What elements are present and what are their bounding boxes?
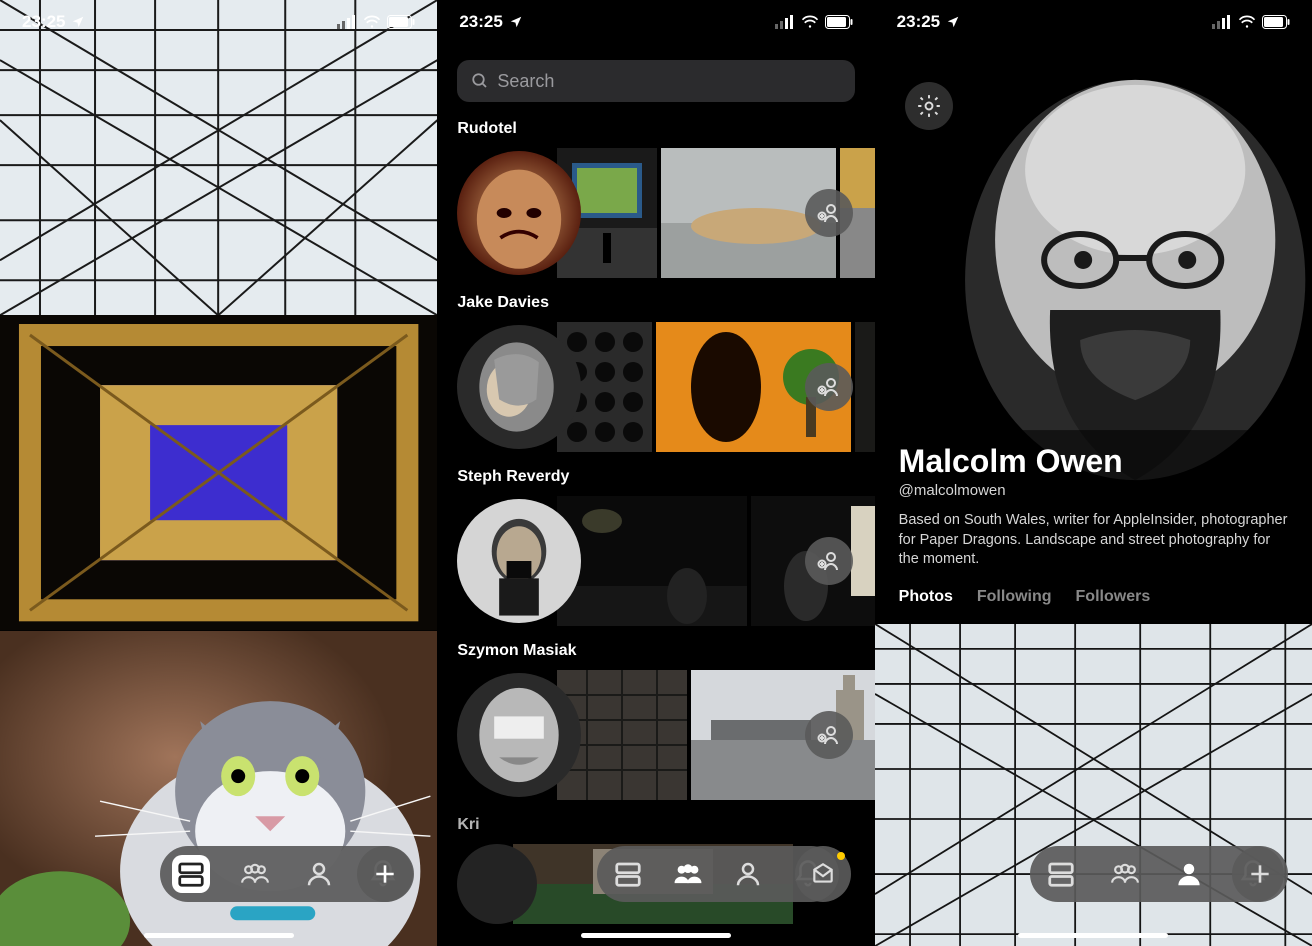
wifi-icon xyxy=(801,15,819,29)
add-friend-button[interactable] xyxy=(805,189,853,237)
profile-tab-photos[interactable]: Photos xyxy=(899,588,953,606)
location-arrow-icon xyxy=(509,15,523,29)
screen-feed: 23:25 xyxy=(0,0,437,946)
user-name: Szymon Masiak xyxy=(457,642,874,660)
add-friend-button[interactable] xyxy=(805,537,853,585)
profile-view[interactable]: Malcolm Owen @malcolmowen Based on South… xyxy=(875,0,1312,946)
tab-profile[interactable] xyxy=(300,855,338,893)
gear-icon xyxy=(916,93,942,119)
user-avatar[interactable] xyxy=(457,151,581,275)
location-arrow-icon xyxy=(946,15,960,29)
profile-name: Malcolm Owen xyxy=(899,443,1288,480)
tab-discover[interactable] xyxy=(669,855,707,893)
profile-tabs: Photos Following Followers xyxy=(899,588,1288,606)
home-indicator[interactable] xyxy=(1018,933,1168,938)
search-placeholder: Search xyxy=(497,71,554,92)
add-friend-button[interactable] xyxy=(805,363,853,411)
feed-photo[interactable] xyxy=(0,0,437,315)
profile-hero: Malcolm Owen @malcolmowen Based on South… xyxy=(875,0,1312,624)
signal-icon xyxy=(775,15,795,29)
mail-icon xyxy=(810,861,836,887)
signal-icon xyxy=(1212,15,1232,29)
user-name: Kri xyxy=(457,816,874,834)
tab-feed[interactable] xyxy=(172,855,210,893)
wifi-icon xyxy=(363,15,381,29)
profile-tab-followers[interactable]: Followers xyxy=(1076,588,1151,606)
user-avatar[interactable] xyxy=(457,673,581,797)
feed-photo[interactable] xyxy=(0,315,437,630)
tab-discover[interactable] xyxy=(236,855,274,893)
tab-feed[interactable] xyxy=(1042,855,1080,893)
battery-icon xyxy=(825,15,853,29)
user-photo-thumb[interactable] xyxy=(855,322,874,452)
settings-button[interactable] xyxy=(905,82,953,130)
profile-bio: Based on South Wales, writer for AppleIn… xyxy=(899,511,1288,570)
user-photo-thumb[interactable] xyxy=(557,496,747,626)
user-row[interactable]: Szymon Masiak xyxy=(437,636,874,810)
wifi-icon xyxy=(1238,15,1256,29)
user-row[interactable]: Rudotel xyxy=(437,114,874,288)
home-indicator[interactable] xyxy=(144,933,294,938)
add-friend-button[interactable] xyxy=(805,711,853,759)
tab-profile[interactable] xyxy=(1170,855,1208,893)
user-row[interactable]: Steph Reverdy xyxy=(437,462,874,636)
profile-tab-following[interactable]: Following xyxy=(977,588,1052,606)
user-name: Steph Reverdy xyxy=(457,468,874,486)
user-avatar[interactable] xyxy=(457,499,581,623)
profile-handle: @malcolmowen xyxy=(899,482,1288,499)
screen-discover: 23:25 Search Rudotel xyxy=(437,0,874,946)
status-bar: 23:25 xyxy=(875,0,1312,44)
status-bar: 23:25 xyxy=(0,0,437,44)
user-avatar[interactable] xyxy=(457,325,581,449)
discover-list[interactable]: Search Rudotel Jake xyxy=(437,0,874,946)
messages-button[interactable] xyxy=(795,846,851,902)
status-time: 23:25 xyxy=(897,12,940,32)
tab-profile[interactable] xyxy=(729,855,767,893)
photo-feed[interactable] xyxy=(0,0,437,946)
signal-icon xyxy=(337,15,357,29)
status-time: 23:25 xyxy=(459,12,502,32)
status-bar: 23:25 xyxy=(437,0,874,44)
user-avatar[interactable] xyxy=(457,844,537,924)
user-name: Jake Davies xyxy=(457,294,874,312)
screen-profile: 23:25 xyxy=(875,0,1312,946)
battery-icon xyxy=(387,15,415,29)
tab-discover[interactable] xyxy=(1106,855,1144,893)
search-input[interactable]: Search xyxy=(457,60,854,102)
add-button[interactable] xyxy=(1232,846,1288,902)
tab-feed[interactable] xyxy=(609,855,647,893)
add-button[interactable] xyxy=(357,846,413,902)
user-name: Rudotel xyxy=(457,120,874,138)
location-arrow-icon xyxy=(71,15,85,29)
home-indicator[interactable] xyxy=(581,933,731,938)
battery-icon xyxy=(1262,15,1290,29)
search-icon xyxy=(471,72,489,90)
status-time: 23:25 xyxy=(22,12,65,32)
user-row[interactable]: Jake Davies xyxy=(437,288,874,462)
